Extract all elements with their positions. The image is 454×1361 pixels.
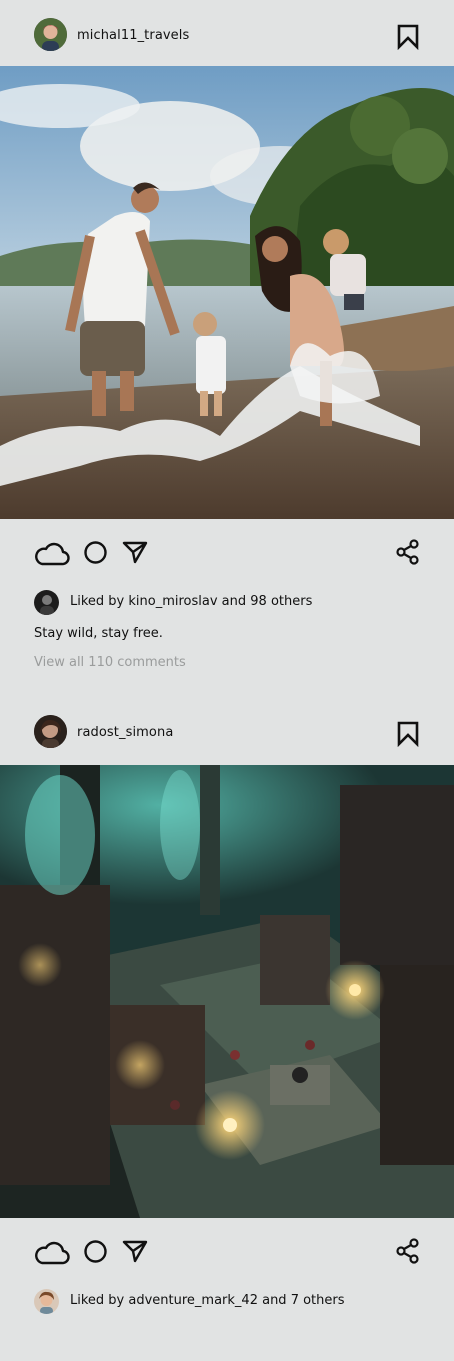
comment-icon[interactable] (83, 1239, 108, 1264)
post-2: radost_simona Liked by adventure_mark_42… (0, 701, 454, 1320)
post-image-fantasy-dungeon[interactable] (0, 765, 454, 1218)
likes-text[interactable]: Liked by kino_miroslav and 98 others (70, 594, 312, 609)
comment-icon[interactable] (83, 540, 108, 565)
post-image-beach-family[interactable] (0, 66, 454, 519)
cloud-like-icon[interactable] (34, 1240, 70, 1266)
post-caption: Stay wild, stay free. (34, 626, 163, 641)
user-avatar[interactable] (34, 18, 67, 51)
share-icon[interactable] (396, 1238, 420, 1264)
post-actions (0, 519, 454, 587)
post-actions (0, 1218, 454, 1286)
post-header: radost_simona (0, 701, 454, 765)
send-icon[interactable] (122, 1239, 148, 1263)
username[interactable]: michal11_travels (77, 27, 189, 45)
post-header: michal11_travels (0, 0, 454, 66)
likes-text[interactable]: Liked by adventure_mark_42 and 7 others (70, 1293, 345, 1308)
username[interactable]: radost_simona (77, 724, 173, 742)
liked-by-avatar[interactable] (34, 1289, 59, 1314)
liked-by-avatar[interactable] (34, 590, 59, 615)
bookmark-icon[interactable] (397, 721, 419, 747)
view-comments-link[interactable]: View all 110 comments (0, 654, 454, 694)
cloud-like-icon[interactable] (34, 541, 70, 567)
bookmark-icon[interactable] (397, 24, 419, 50)
share-icon[interactable] (396, 539, 420, 565)
likes-row: Liked by kino_miroslav and 98 others (0, 587, 454, 621)
user-avatar[interactable] (34, 715, 67, 748)
send-icon[interactable] (122, 540, 148, 564)
likes-row: Liked by adventure_mark_42 and 7 others (0, 1286, 454, 1320)
post-1: michal11_travels Liked by kino_miroslav … (0, 0, 454, 694)
